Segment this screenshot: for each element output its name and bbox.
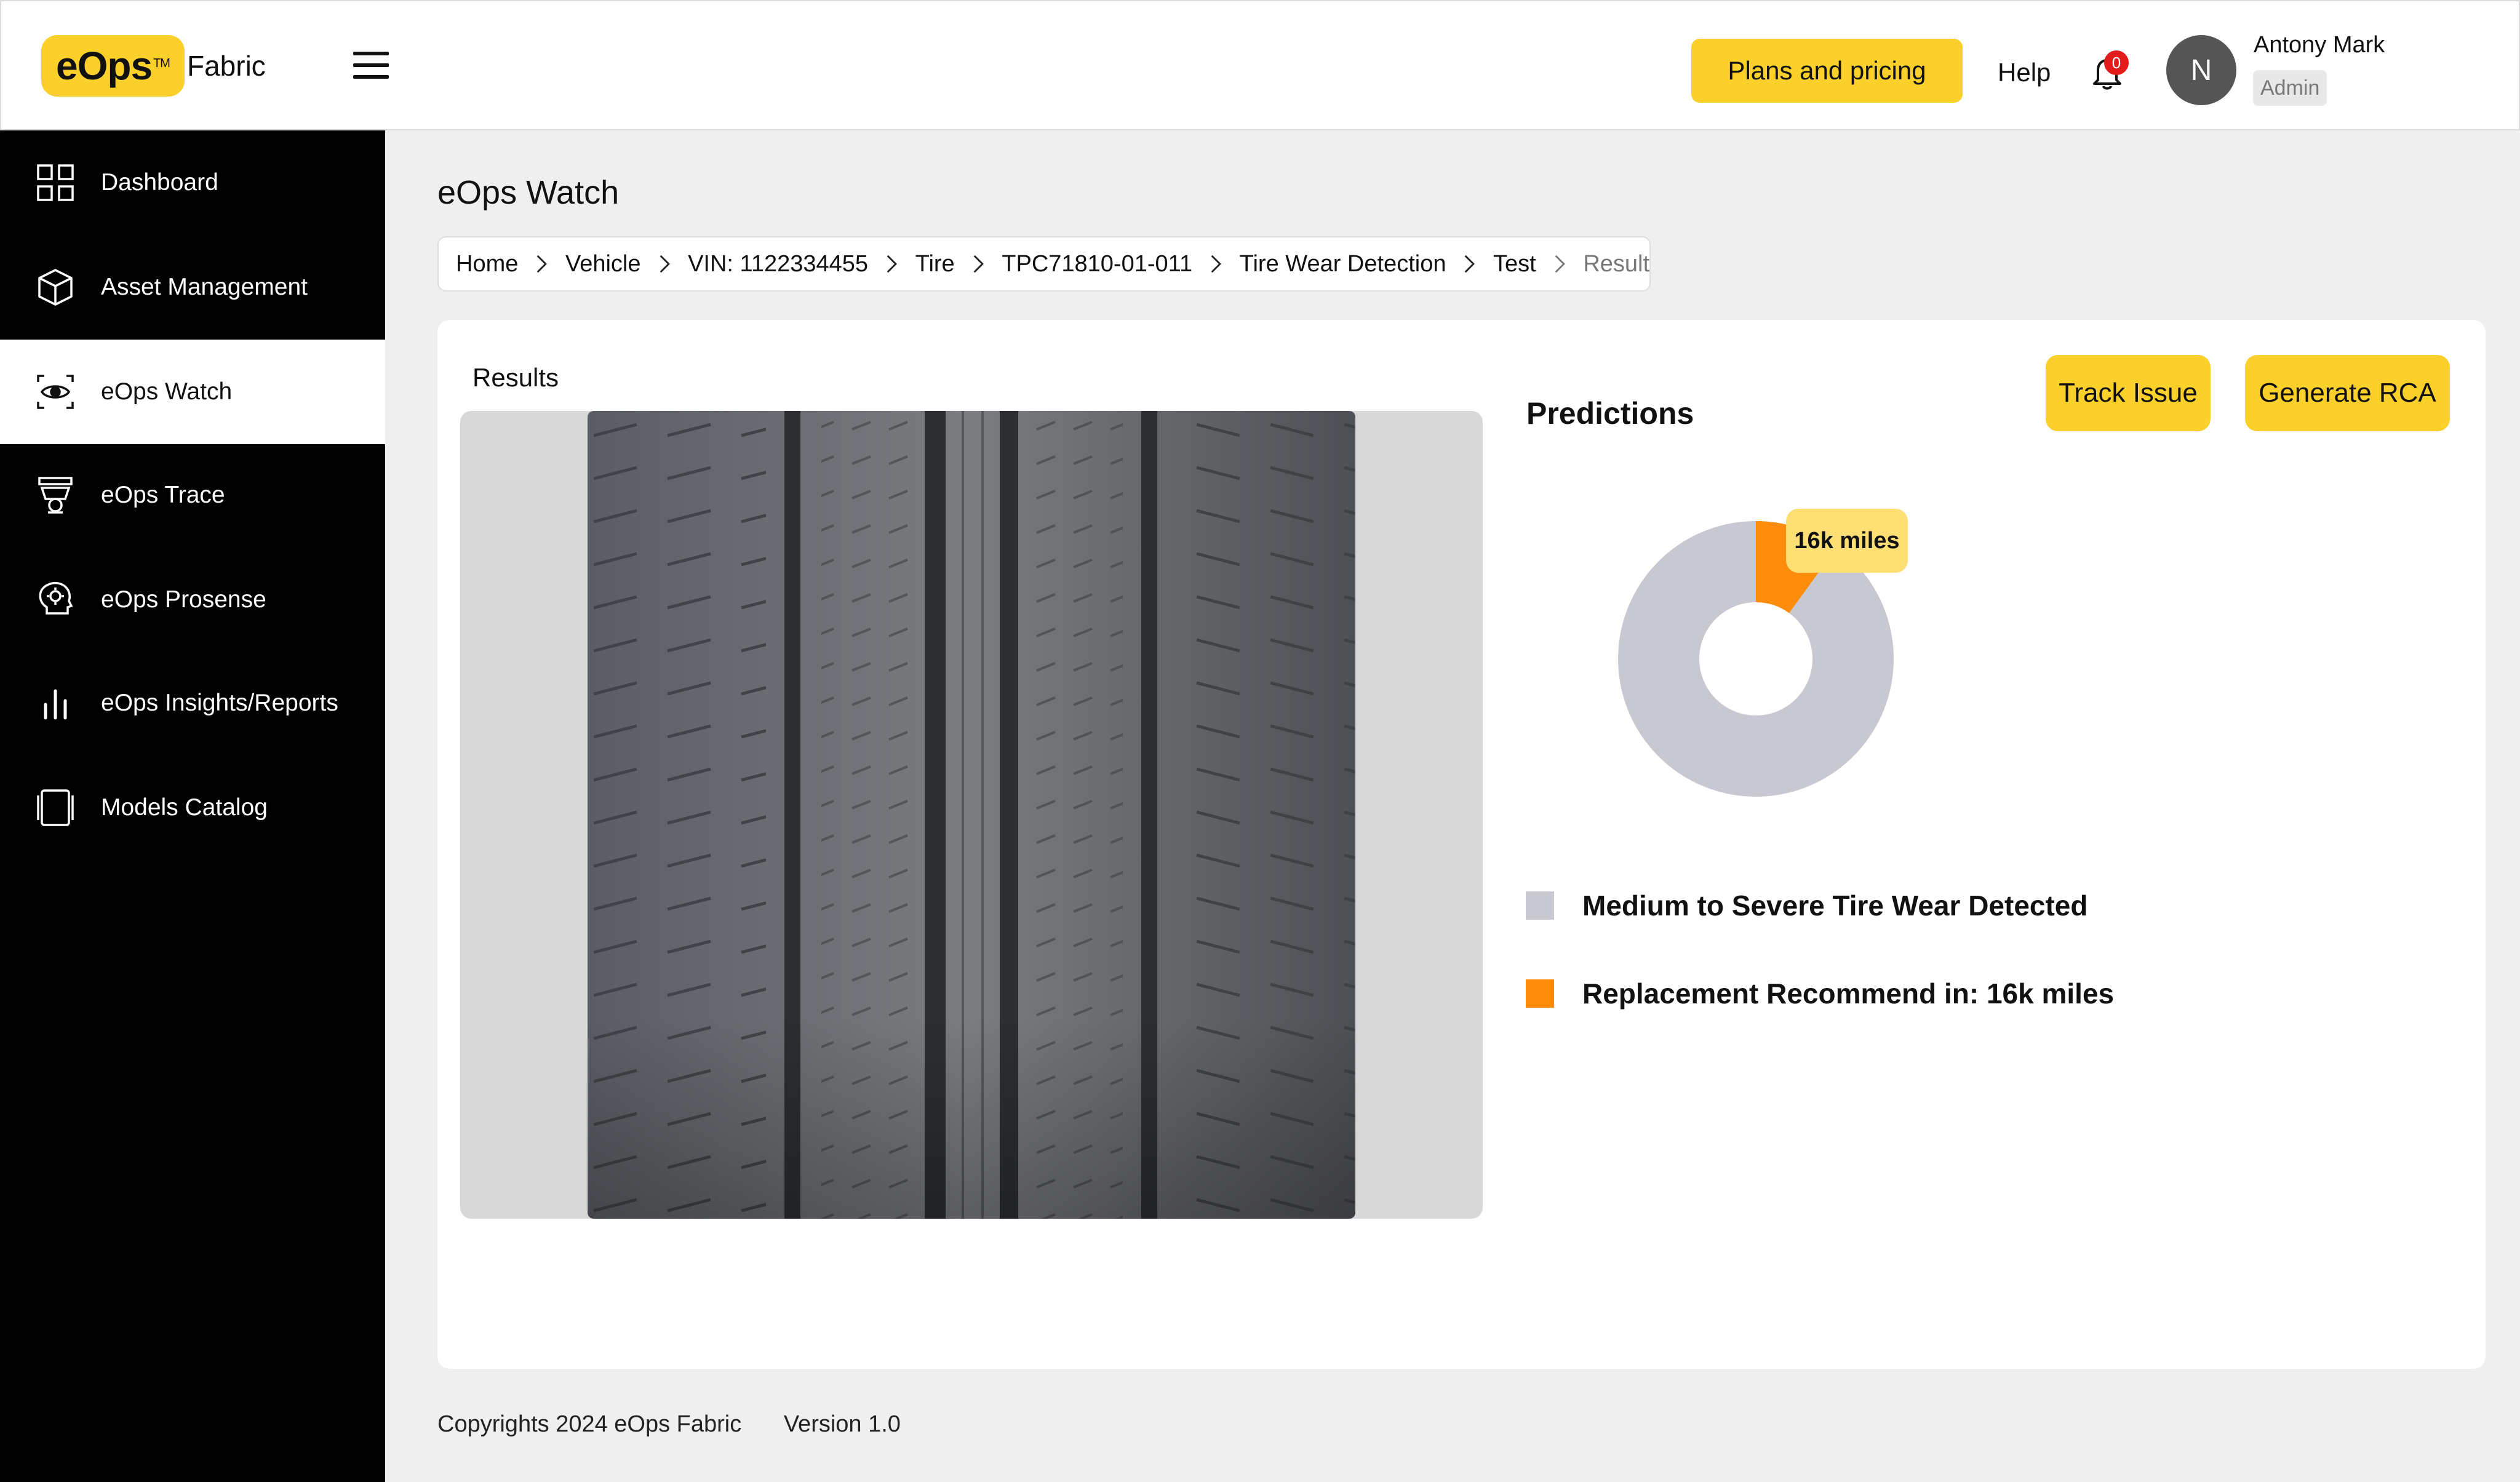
sidebar-item-models-catalog[interactable]: Models Catalog <box>0 755 385 860</box>
top-header: eOps TM Fabric Plans and pricing Help 0 N… <box>0 0 2520 130</box>
sidebar-item-eops-watch[interactable]: eOps Watch <box>0 340 385 444</box>
legend-swatch-wear <box>1526 891 1554 920</box>
breadcrumb-result: Result <box>1583 250 1650 277</box>
breadcrumb-tire[interactable]: Tire <box>915 251 955 277</box>
donut-tooltip: 16k miles <box>1786 509 1908 573</box>
tire-tread-image <box>588 411 1355 1219</box>
chevron-right-icon <box>887 255 897 273</box>
chevron-right-icon <box>660 255 670 273</box>
track-issue-button[interactable]: Track Issue <box>2046 355 2211 431</box>
sidebar-item-label: Asset Management <box>101 274 308 300</box>
sidebar-item-label: eOps Prosense <box>101 586 266 613</box>
breadcrumb-tire-wear-detection[interactable]: Tire Wear Detection <box>1240 251 1446 277</box>
sidebar-item-eops-trace[interactable]: eOps Trace <box>0 443 385 548</box>
breadcrumb-test[interactable]: Test <box>1493 251 1536 277</box>
notification-count-badge: 0 <box>2104 50 2129 75</box>
sidebar-item-label: eOps Trace <box>101 482 225 508</box>
sidebar-item-eops-prosense[interactable]: eOps Prosense <box>0 548 385 652</box>
footer-copyright: Copyrights 2024 eOps Fabric <box>437 1411 742 1437</box>
results-label: Results <box>472 363 559 392</box>
footer: Copyrights 2024 eOps Fabric Version 1.0 <box>437 1411 936 1438</box>
trace-icon <box>34 474 76 516</box>
page-title: eOps Watch <box>437 174 620 211</box>
sidebar-item-eops-insights-reports[interactable]: eOps Insights/Reports <box>0 651 385 755</box>
breadcrumb: Home Vehicle VIN: 1122334455 Tire TPC718… <box>437 236 1651 292</box>
sidebar-item-dashboard[interactable]: Dashboard <box>0 130 385 235</box>
legend-swatch-replacement <box>1526 979 1554 1008</box>
plans-and-pricing-button[interactable]: Plans and pricing <box>1691 39 1963 103</box>
breadcrumb-home[interactable]: Home <box>456 251 518 277</box>
predictions-title: Predictions <box>1526 396 1694 431</box>
logo[interactable]: eOps TM <box>41 35 185 97</box>
sidebar-item-label: eOps Watch <box>101 378 233 405</box>
help-link[interactable]: Help <box>1998 58 2051 87</box>
sidebar-item-label: Models Catalog <box>101 794 268 821</box>
sidebar: Dashboard Asset Management eOps Watch eO… <box>0 130 385 1482</box>
chevron-right-icon <box>973 255 984 273</box>
avatar[interactable]: N <box>2166 35 2236 105</box>
footer-version: Version 1.0 <box>783 1411 901 1437</box>
logo-suffix: Fabric <box>187 50 266 82</box>
user-name: Antony Mark <box>2254 32 2385 58</box>
result-image-frame <box>460 411 1483 1219</box>
logo-trademark: TM <box>153 56 170 70</box>
legend-label-wear: Medium to Severe Tire Wear Detected <box>1582 890 2088 922</box>
hamburger-menu-icon[interactable] <box>353 52 389 79</box>
chevron-right-icon <box>1211 255 1222 273</box>
grid-icon <box>34 162 76 204</box>
breadcrumb-vin[interactable]: VIN: 1122334455 <box>688 251 868 277</box>
chevron-right-icon <box>537 255 548 273</box>
legend-item-wear: Medium to Severe Tire Wear Detected <box>1526 889 2088 922</box>
user-role-badge: Admin <box>2253 70 2327 106</box>
legend-label-replacement: Replacement Recommend in: 16k miles <box>1582 978 2115 1010</box>
chevron-right-icon <box>1555 255 1565 273</box>
sidebar-item-asset-management[interactable]: Asset Management <box>0 235 385 340</box>
bar-chart-icon <box>34 682 76 724</box>
sidebar-item-label: Dashboard <box>101 169 218 196</box>
cube-icon <box>34 266 76 308</box>
catalog-icon <box>34 787 76 829</box>
brain-icon <box>34 579 76 621</box>
legend-item-replacement: Replacement Recommend in: 16k miles <box>1526 977 2114 1010</box>
breadcrumb-vehicle[interactable]: Vehicle <box>565 251 641 277</box>
eye-scan-icon <box>34 371 76 413</box>
sidebar-item-label: eOps Insights/Reports <box>101 690 338 716</box>
breadcrumb-tire-id[interactable]: TPC71810-01-011 <box>1002 251 1192 277</box>
generate-rca-button[interactable]: Generate RCA <box>2245 355 2450 431</box>
chevron-right-icon <box>1465 255 1475 273</box>
logo-text: eOps <box>56 44 153 88</box>
